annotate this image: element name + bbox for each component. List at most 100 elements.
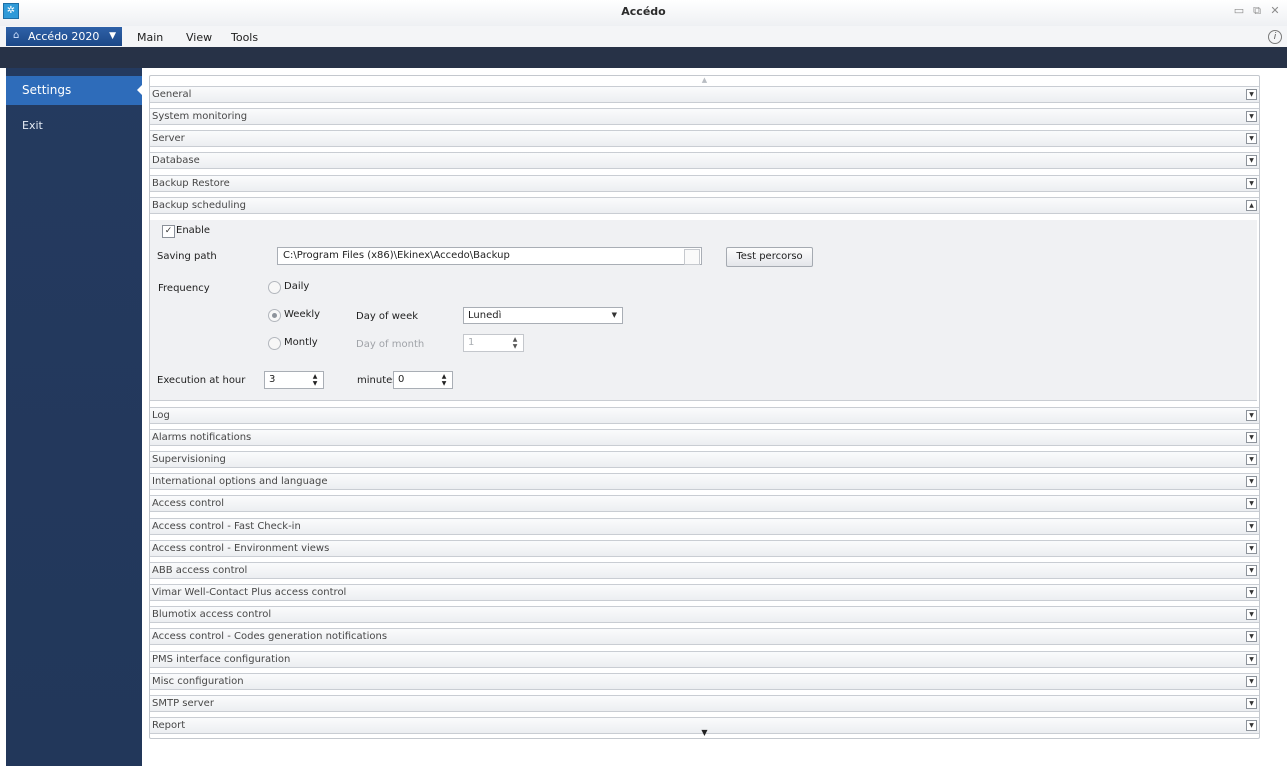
settings-scroll-panel[interactable]: ▲ General ▼ System monitoring ▼ Server ▼…: [149, 75, 1260, 739]
section-alarms-notifications[interactable]: Alarms notifications ▼: [150, 429, 1259, 446]
hour-value: 3: [269, 374, 276, 385]
expand-icon[interactable]: ▼: [1246, 178, 1257, 189]
day-of-week-label: Day of week: [356, 311, 419, 322]
section-label: SMTP server: [152, 698, 214, 709]
section-label: Vimar Well-Contact Plus access control: [152, 587, 347, 598]
expand-icon[interactable]: ▼: [1246, 476, 1257, 487]
section-pms-interface[interactable]: PMS interface configuration ▼: [150, 651, 1259, 668]
section-label: Access control - Codes generation notifi…: [152, 631, 388, 642]
section-label: ABB access control: [152, 565, 248, 576]
section-vimar-access-control[interactable]: Vimar Well-Contact Plus access control ▼: [150, 584, 1259, 601]
sidebar-item-exit[interactable]: Exit: [6, 119, 142, 139]
scroll-up-icon[interactable]: ▲: [150, 76, 1259, 85]
app-menu-label: Accédo 2020: [28, 30, 100, 43]
section-label: Access control - Environment views: [152, 543, 330, 554]
daily-radio[interactable]: [268, 281, 281, 294]
section-label: General: [152, 89, 192, 100]
section-label: Blumotix access control: [152, 609, 272, 620]
sidebar-item-settings[interactable]: Settings: [6, 76, 142, 105]
expand-icon[interactable]: ▼: [1246, 498, 1257, 509]
expand-icon[interactable]: ▼: [1246, 133, 1257, 144]
section-label: Access control - Fast Check-in: [152, 521, 301, 532]
expand-icon[interactable]: ▼: [1246, 676, 1257, 687]
section-supervisioning[interactable]: Supervisioning ▼: [150, 451, 1259, 468]
expand-icon[interactable]: ▼: [1246, 410, 1257, 421]
frequency-label: Frequency: [158, 283, 210, 294]
day-of-month-stepper[interactable]: 1 ▲ ▼: [463, 334, 524, 352]
expand-icon[interactable]: ▼: [1246, 609, 1257, 620]
section-codes-generation-notifications[interactable]: Access control - Codes generation notifi…: [150, 628, 1259, 645]
day-of-week-select[interactable]: Lunedì ▼: [463, 307, 623, 324]
menu-view[interactable]: View: [186, 31, 212, 44]
day-of-month-value: 1: [468, 337, 475, 348]
weekly-label: Weekly: [284, 309, 321, 320]
spin-arrows-icon[interactable]: ▲ ▼: [440, 373, 448, 387]
scroll-down-icon[interactable]: ▼: [150, 728, 1259, 737]
window-title: Accédo: [621, 5, 666, 18]
section-smtp-server[interactable]: SMTP server ▼: [150, 695, 1259, 712]
section-system-monitoring[interactable]: System monitoring ▼: [150, 108, 1259, 125]
section-database[interactable]: Database ▼: [150, 152, 1259, 169]
info-icon[interactable]: i: [1268, 30, 1282, 44]
minimize-icon[interactable]: ▭: [1233, 4, 1245, 18]
section-label: Misc configuration: [152, 676, 244, 687]
menu-tools[interactable]: Tools: [231, 31, 258, 44]
saving-path-input[interactable]: C:\Program Files (x86)\Ekinex\Accedo\Bac…: [277, 247, 702, 265]
saving-path-value: C:\Program Files (x86)\Ekinex\Accedo\Bac…: [283, 250, 510, 261]
section-access-control-environment-views[interactable]: Access control - Environment views ▼: [150, 540, 1259, 557]
hour-stepper[interactable]: 3 ▲ ▼: [264, 371, 324, 389]
spin-arrows-icon[interactable]: ▲ ▼: [511, 336, 519, 350]
window-controls: ▭ ⧉ ✕: [1233, 4, 1281, 18]
section-label: Supervisioning: [152, 454, 226, 465]
section-log[interactable]: Log ▼: [150, 407, 1259, 424]
montly-radio[interactable]: [268, 337, 281, 350]
expand-icon[interactable]: ▼: [1246, 454, 1257, 465]
expand-icon[interactable]: ▼: [1246, 521, 1257, 532]
restore-icon[interactable]: ⧉: [1251, 4, 1263, 18]
expand-icon[interactable]: ▼: [1246, 543, 1257, 554]
backup-scheduling-panel: ✓ Enable Saving path C:\Program Files (x…: [150, 220, 1257, 401]
weekly-radio[interactable]: [268, 309, 281, 322]
section-label: Backup Restore: [152, 178, 230, 189]
section-label: Log: [152, 410, 170, 421]
section-backup-restore[interactable]: Backup Restore ▼: [150, 175, 1259, 192]
expand-icon[interactable]: ▼: [1246, 432, 1257, 443]
menu-main[interactable]: Main: [137, 31, 163, 44]
section-access-control-fast-checkin[interactable]: Access control - Fast Check-in ▼: [150, 518, 1259, 535]
section-general[interactable]: General ▼: [150, 86, 1259, 103]
section-misc-configuration[interactable]: Misc configuration ▼: [150, 673, 1259, 690]
saving-path-label: Saving path: [157, 251, 217, 262]
section-international-options[interactable]: International options and language ▼: [150, 473, 1259, 490]
app-menu-button[interactable]: ⌂ Accédo 2020 ▼: [6, 27, 122, 46]
section-blumotix-access-control[interactable]: Blumotix access control ▼: [150, 606, 1259, 623]
expand-icon[interactable]: ▼: [1246, 698, 1257, 709]
close-icon[interactable]: ✕: [1269, 4, 1281, 18]
enable-checkbox[interactable]: ✓: [162, 225, 175, 238]
expand-icon[interactable]: ▼: [1246, 587, 1257, 598]
section-abb-access-control[interactable]: ABB access control ▼: [150, 562, 1259, 579]
minutes-stepper[interactable]: 0 ▲ ▼: [393, 371, 453, 389]
execution-hour-label: Execution at hour: [157, 375, 246, 386]
browse-folder-button[interactable]: [684, 249, 700, 265]
title-bar: ✲ Accédo ▭ ⧉ ✕: [0, 0, 1287, 27]
menu-bar: ⌂ Accédo 2020 ▼ Main View Tools i: [0, 26, 1287, 47]
expand-icon[interactable]: ▼: [1246, 631, 1257, 642]
expand-icon[interactable]: ▼: [1246, 155, 1257, 166]
expand-icon[interactable]: ▼: [1246, 89, 1257, 100]
montly-label: Montly: [284, 337, 318, 348]
sidebar-item-label: Exit: [22, 119, 43, 132]
section-backup-scheduling[interactable]: Backup scheduling ▲: [150, 197, 1259, 214]
expand-icon[interactable]: ▼: [1246, 654, 1257, 665]
section-access-control[interactable]: Access control ▼: [150, 495, 1259, 512]
section-label: Alarms notifications: [152, 432, 252, 443]
test-path-button[interactable]: Test percorso: [726, 247, 813, 267]
enable-label: Enable: [176, 225, 211, 236]
expand-icon[interactable]: ▼: [1246, 565, 1257, 576]
spin-arrows-icon[interactable]: ▲ ▼: [311, 373, 319, 387]
section-label: Server: [152, 133, 185, 144]
expand-icon[interactable]: ▼: [1246, 111, 1257, 122]
collapse-icon[interactable]: ▲: [1246, 200, 1257, 211]
section-label: Backup scheduling: [152, 200, 246, 211]
section-server[interactable]: Server ▼: [150, 130, 1259, 147]
section-label: International options and language: [152, 476, 328, 487]
